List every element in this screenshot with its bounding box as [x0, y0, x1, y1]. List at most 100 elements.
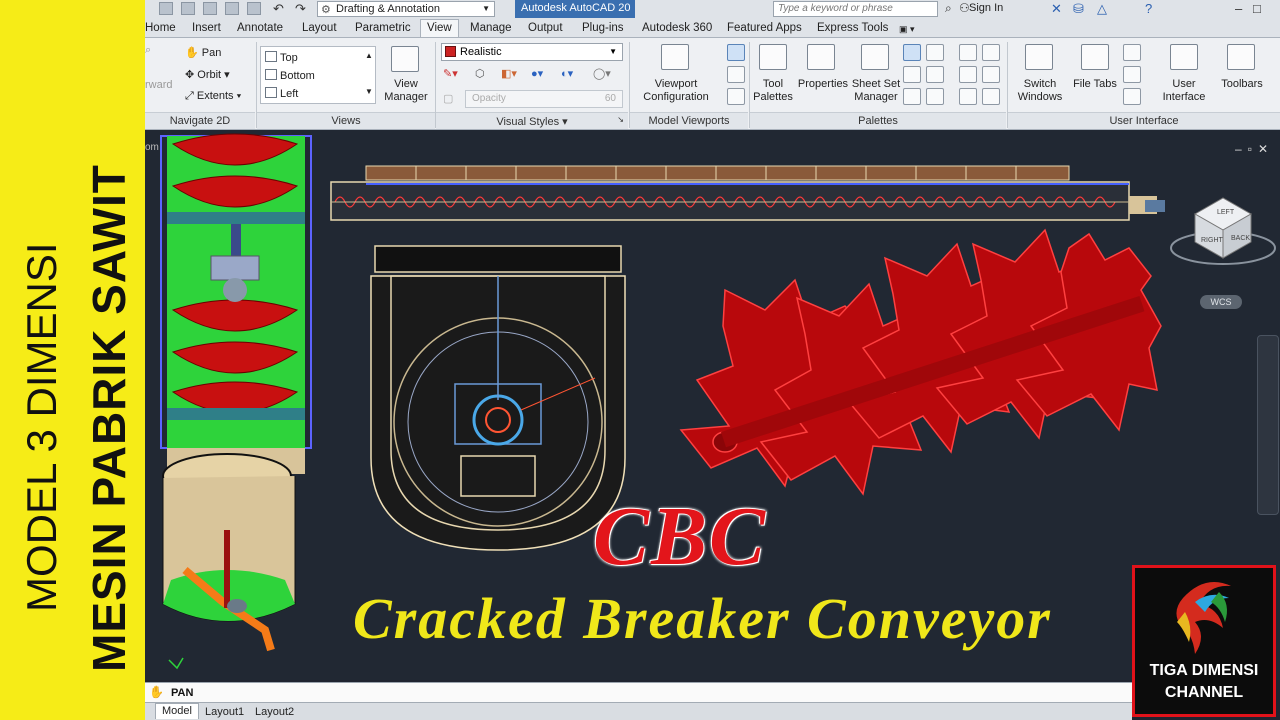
workspace-select[interactable]: ⚙ Drafting & Annotation ▼ [317, 1, 495, 17]
minimize-icon[interactable]: – [1235, 1, 1242, 16]
color-icon[interactable]: ◧▾ [501, 67, 517, 80]
toolbars-button[interactable]: Toolbars [1215, 78, 1269, 91]
view-manager-icon[interactable] [391, 46, 419, 72]
scroll-up-icon[interactable]: ▲ [365, 51, 373, 60]
tab-manage[interactable]: Manage [470, 20, 512, 38]
navigation-bar[interactable] [1257, 335, 1279, 515]
switch-windows-button[interactable]: Switch Windows [1011, 78, 1069, 104]
restore-viewports-icon[interactable] [727, 88, 745, 105]
calculator-icon[interactable] [926, 66, 944, 83]
tab-express-tools[interactable]: Express Tools [817, 20, 888, 38]
file-tabs-button[interactable]: File Tabs [1069, 78, 1121, 91]
sheet-set-icon[interactable] [861, 44, 889, 70]
exchange-icon[interactable]: ✕ [1051, 1, 1062, 17]
tab-layout[interactable]: Layout [302, 20, 337, 38]
dialog-launcher-icon[interactable]: ↘ [617, 115, 624, 124]
switch-windows-icon[interactable] [1025, 44, 1053, 70]
save-as-icon[interactable] [225, 2, 239, 15]
toolbars-icon[interactable] [1227, 44, 1255, 70]
tab-view[interactable]: View [420, 19, 459, 37]
palette-icon-5[interactable] [959, 88, 977, 105]
wcs-menu[interactable]: WCS [1200, 295, 1242, 309]
named-viewports-icon[interactable] [727, 44, 745, 61]
drawing-area[interactable]: om –▫✕ RIGHT BACK LEFT WCS CBC Cracked B… [145, 130, 1280, 680]
opacity-slider[interactable]: Opacity 60 [465, 90, 623, 108]
view-bottom[interactable]: Bottom [265, 69, 315, 82]
save-icon[interactable] [203, 2, 217, 15]
command-line-icon[interactable] [903, 88, 921, 105]
tab-parametric[interactable]: Parametric [355, 20, 411, 38]
subscription-icon[interactable]: ⛁ [1073, 1, 1084, 17]
view-left[interactable]: Left [265, 87, 298, 100]
sphere-icon[interactable]: ●▾ [531, 67, 543, 80]
tile-vertical-icon[interactable] [1123, 66, 1141, 83]
pan-button[interactable]: ✋ Pan [185, 46, 221, 59]
print-icon[interactable] [247, 2, 261, 15]
tab-home[interactable]: Home [145, 20, 176, 38]
tab-layout2[interactable]: Layout2 [249, 705, 300, 720]
maximize-icon[interactable]: □ [1253, 1, 1261, 16]
palette-icon-6[interactable] [982, 88, 1000, 105]
forward-label[interactable]: rward [145, 79, 173, 91]
tab-annotate[interactable]: Annotate [237, 20, 283, 38]
palette-icon-2[interactable] [982, 44, 1000, 61]
environment-icon[interactable]: ◯▾ [593, 67, 611, 80]
palette-icon-3[interactable] [959, 66, 977, 83]
file-tabs-icon[interactable] [1081, 44, 1109, 70]
viewport-config-button[interactable]: Viewport Configuration [635, 78, 717, 104]
orbit-button[interactable]: ✥ Orbit ▾ [185, 68, 230, 81]
command-line[interactable]: ✋ PAN [145, 682, 1132, 702]
help-icon[interactable]: ? [1145, 1, 1152, 16]
properties-button[interactable]: Properties [795, 78, 851, 91]
user-interface-icon[interactable] [1170, 44, 1198, 70]
tab-plug-ins[interactable]: Plug-ins [582, 20, 624, 38]
tile-horizontal-icon[interactable] [1123, 44, 1141, 61]
cascade-icon[interactable] [1123, 88, 1141, 105]
extents-label: Extents [196, 90, 234, 102]
view-manager-button[interactable]: View Manager [381, 78, 431, 104]
sheet-set-manager-button[interactable]: Sheet Set Manager [849, 78, 903, 104]
forward-icon[interactable]: ⌕ [145, 44, 151, 57]
user-interface-button[interactable]: User Interface [1157, 78, 1211, 104]
viewcube[interactable]: RIGHT BACK LEFT [1170, 197, 1276, 265]
palette-icon-4[interactable] [982, 66, 1000, 83]
tool-palettes-button[interactable]: Tool Palettes [749, 78, 797, 104]
scroll-down-icon[interactable]: ▼ [365, 87, 373, 96]
new-icon[interactable] [159, 2, 173, 15]
tab-featured-apps[interactable]: Featured Apps [727, 20, 802, 38]
ucs-icon [168, 657, 184, 670]
tab-insert[interactable]: Insert [192, 20, 221, 38]
views-list[interactable]: Top Bottom Left ▲ ▼ [260, 46, 376, 104]
xray-icon[interactable]: ▢ [443, 92, 453, 105]
properties-icon[interactable] [807, 44, 835, 70]
tab-output[interactable]: Output [528, 20, 563, 38]
shadow-icon[interactable]: ◐▾ [561, 67, 573, 80]
cube-icon [265, 69, 277, 80]
open-icon[interactable] [181, 2, 195, 15]
tool-palettes-icon[interactable] [759, 44, 787, 70]
sign-in-link[interactable]: Sign In [969, 2, 1003, 14]
extents-button[interactable]: ⤢ Extents ▾ [185, 90, 241, 103]
search-icon[interactable]: ⌕ [945, 1, 952, 16]
markup-icon[interactable] [903, 66, 921, 83]
tab-layout1[interactable]: Layout1 [199, 705, 250, 720]
visual-style-select[interactable]: Realistic ▼ [441, 43, 623, 61]
horizontal-conveyor-elevation [330, 165, 1165, 221]
logo-line2: CHANNEL [1164, 684, 1244, 701]
view-top[interactable]: Top [265, 51, 298, 64]
layer-properties-icon[interactable] [926, 88, 944, 105]
channel-logo: TIGA DIMENSI CHANNEL [1132, 565, 1276, 717]
search-input[interactable]: Type a keyword or phrase [773, 1, 938, 17]
tab-autodesk-360[interactable]: Autodesk 360 [642, 20, 712, 38]
lighting-icon[interactable]: ⬡ [475, 67, 485, 80]
undo-icon[interactable]: ↶ [273, 1, 284, 17]
autodesk-icon[interactable]: △ [1097, 1, 1107, 17]
edge-effects-icon[interactable]: ✎▾ [443, 67, 458, 80]
join-viewports-icon[interactable] [727, 66, 745, 83]
tab-model[interactable]: Model [155, 703, 199, 719]
design-center-icon[interactable] [903, 44, 921, 61]
external-refs-icon[interactable] [926, 44, 944, 61]
viewport-config-icon[interactable] [661, 44, 689, 70]
redo-icon[interactable]: ↷ [295, 1, 306, 17]
palette-icon-1[interactable] [959, 44, 977, 61]
